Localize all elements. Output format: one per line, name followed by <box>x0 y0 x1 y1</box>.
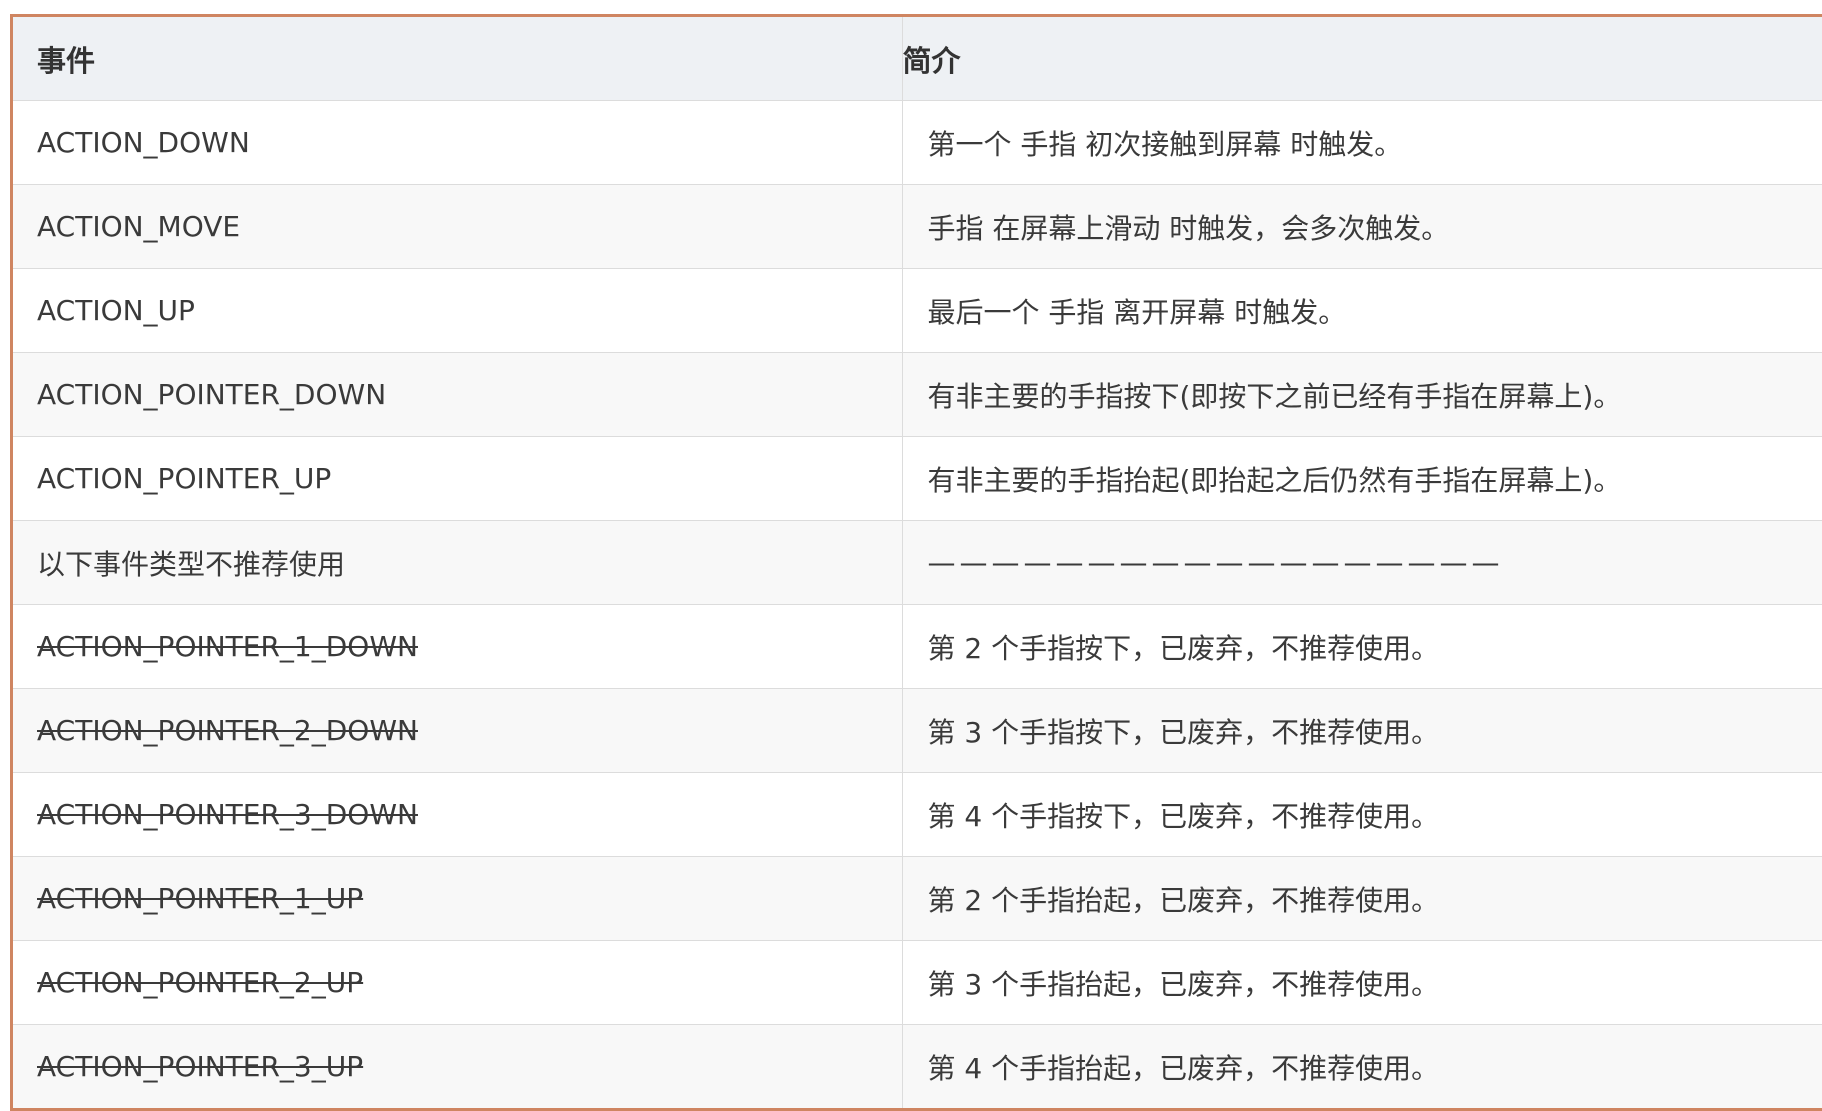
table-row-deprecated: ACTION_POINTER_2_UP 第 3 个手指抬起，已废弃，不推荐使用。 <box>13 940 1822 1025</box>
event-description: 第 4 个手指按下，已废弃，不推荐使用。 <box>902 772 1822 857</box>
event-description: 最后一个 手指 离开屏幕 时触发。 <box>902 268 1822 353</box>
deprecated-event-name: ACTION_POINTER_2_UP <box>13 940 903 1025</box>
deprecated-event-name: ACTION_POINTER_1_DOWN <box>13 604 903 689</box>
event-description: 第 3 个手指抬起，已废弃，不推荐使用。 <box>902 940 1822 1025</box>
table-row-deprecated: ACTION_POINTER_1_UP 第 2 个手指抬起，已废弃，不推荐使用。 <box>13 856 1822 941</box>
header-event: 事件 <box>13 17 903 101</box>
table-row-deprecated: ACTION_POINTER_2_DOWN 第 3 个手指按下，已废弃，不推荐使… <box>13 688 1822 773</box>
table-row: ACTION_POINTER_UP 有非主要的手指抬起(即抬起之后仍然有手指在屏… <box>13 436 1822 521</box>
table-row-deprecated: ACTION_POINTER_3_DOWN 第 4 个手指按下，已废弃，不推荐使… <box>13 772 1822 857</box>
table-row-deprecated: ACTION_POINTER_1_DOWN 第 2 个手指按下，已废弃，不推荐使… <box>13 604 1822 689</box>
table-row-section-note: 以下事件类型不推荐使用 —————————————————— <box>13 520 1822 605</box>
event-description: 第 4 个手指抬起，已废弃，不推荐使用。 <box>902 1024 1822 1108</box>
table-row: ACTION_DOWN 第一个 手指 初次接触到屏幕 时触发。 <box>13 100 1822 185</box>
table-header-row: 事件 简介 <box>13 17 1822 101</box>
table-row: ACTION_POINTER_DOWN 有非主要的手指按下(即按下之前已经有手指… <box>13 352 1822 437</box>
header-description: 简介 <box>902 17 1822 101</box>
deprecated-section-label: 以下事件类型不推荐使用 <box>13 520 903 605</box>
event-description: 手指 在屏幕上滑动 时触发，会多次触发。 <box>902 184 1822 269</box>
event-description: 第 2 个手指抬起，已废弃，不推荐使用。 <box>902 856 1822 941</box>
table-row-deprecated: ACTION_POINTER_3_UP 第 4 个手指抬起，已废弃，不推荐使用。 <box>13 1024 1822 1108</box>
event-name: ACTION_POINTER_DOWN <box>13 352 903 437</box>
table-frame: 事件 简介 ACTION_DOWN 第一个 手指 初次接触到屏幕 时触发。 AC… <box>10 14 1822 1111</box>
event-name: ACTION_UP <box>13 268 903 353</box>
table-row: ACTION_MOVE 手指 在屏幕上滑动 时触发，会多次触发。 <box>13 184 1822 269</box>
deprecated-event-name: ACTION_POINTER_3_UP <box>13 1024 903 1108</box>
event-description: 第一个 手指 初次接触到屏幕 时触发。 <box>902 100 1822 185</box>
event-name: ACTION_DOWN <box>13 100 903 185</box>
event-description: 有非主要的手指按下(即按下之前已经有手指在屏幕上)。 <box>902 352 1822 437</box>
deprecated-event-name: ACTION_POINTER_3_DOWN <box>13 772 903 857</box>
event-description: 有非主要的手指抬起(即抬起之后仍然有手指在屏幕上)。 <box>902 436 1822 521</box>
event-description: 第 2 个手指按下，已废弃，不推荐使用。 <box>902 604 1822 689</box>
deprecated-event-name: ACTION_POINTER_1_UP <box>13 856 903 941</box>
event-name: ACTION_MOVE <box>13 184 903 269</box>
event-name: ACTION_POINTER_UP <box>13 436 903 521</box>
table-row: ACTION_UP 最后一个 手指 离开屏幕 时触发。 <box>13 268 1822 353</box>
dash-separator: —————————————————— <box>902 520 1822 605</box>
motion-event-table: 事件 简介 ACTION_DOWN 第一个 手指 初次接触到屏幕 时触发。 AC… <box>13 17 1822 1108</box>
deprecated-event-name: ACTION_POINTER_2_DOWN <box>13 688 903 773</box>
event-description: 第 3 个手指按下，已废弃，不推荐使用。 <box>902 688 1822 773</box>
